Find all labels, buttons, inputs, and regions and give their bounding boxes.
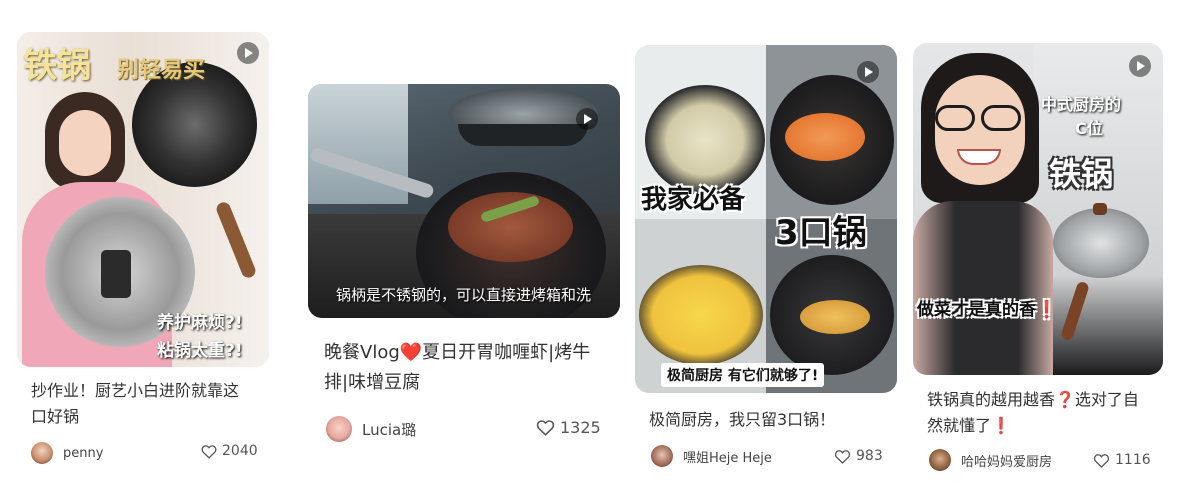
avatar[interactable] xyxy=(929,449,951,471)
cover-text: C位 xyxy=(1075,119,1103,138)
cover-text: 极简厨房 有它们就够了! xyxy=(661,363,825,387)
like-button[interactable]: 983 xyxy=(834,448,883,464)
play-icon xyxy=(857,61,879,83)
author-info[interactable]: penny xyxy=(31,442,103,464)
note-card[interactable]: 我家必备 3口锅 极简厨房 有它们就够了! 极简厨房，我只留3口锅！ 嘿姐Hej… xyxy=(635,45,897,475)
like-count: 1325 xyxy=(560,418,601,437)
cover-text: 别轻易买 xyxy=(117,58,206,83)
heart-outline-icon xyxy=(201,444,217,459)
cover-text: 中式厨房的 xyxy=(1041,95,1122,114)
cover-text: 做菜才是真的香❗ xyxy=(917,300,1058,320)
author-name[interactable]: Lucia璐 xyxy=(362,419,416,440)
note-card[interactable]: 锅柄是不锈钢的，可以直接进烤箱和洗 晚餐Vlog❤️夏日开胃咖喱虾|烤牛排|味增… xyxy=(308,84,620,474)
avatar[interactable] xyxy=(326,416,352,442)
cover-text: 铁锅 xyxy=(23,46,91,86)
author-name[interactable]: penny xyxy=(63,446,103,461)
play-icon xyxy=(1129,55,1151,77)
author-info[interactable]: 嘿姐Heje Heje xyxy=(651,445,772,467)
like-count: 983 xyxy=(856,448,883,464)
play-icon xyxy=(237,42,259,64)
note-cover[interactable]: 锅柄是不锈钢的，可以直接进烤箱和洗 xyxy=(308,84,620,318)
note-cover[interactable]: 我家必备 3口锅 极简厨房 有它们就够了! xyxy=(635,45,897,393)
note-title[interactable]: 晚餐Vlog❤️夏日开胃咖喱虾|烤牛排|味增豆腐 xyxy=(324,338,604,398)
avatar[interactable] xyxy=(651,445,673,467)
note-card[interactable]: 中式厨房的 C位 铁锅 做菜才是真的香❗ 铁锅真的越用越香❓选对了自然就懂了❗ … xyxy=(913,43,1163,480)
cover-text: 铁锅 xyxy=(1049,155,1114,193)
like-button[interactable]: 1325 xyxy=(536,418,601,437)
note-title[interactable]: 铁锅真的越用越香❓选对了自然就懂了❗ xyxy=(927,387,1149,439)
note-title[interactable]: 抄作业！厨艺小白进阶就靠这口好锅 xyxy=(31,378,253,430)
like-count: 1116 xyxy=(1115,452,1151,468)
heart-outline-icon xyxy=(536,420,555,436)
author-info[interactable]: 哈哈妈妈爱厨房 xyxy=(929,449,1052,471)
author-info[interactable]: Lucia璐 xyxy=(326,416,416,442)
author-name[interactable]: 哈哈妈妈爱厨房 xyxy=(961,451,1052,470)
note-title[interactable]: 极简厨房，我只留3口锅！ xyxy=(649,407,889,433)
like-button[interactable]: 1116 xyxy=(1093,452,1151,468)
cover-text: 粘锅太重?! xyxy=(157,341,243,361)
author-name[interactable]: 嘿姐Heje Heje xyxy=(683,447,772,466)
like-button[interactable]: 2040 xyxy=(201,443,258,459)
cover-text: 养护麻烦?! xyxy=(157,313,243,333)
note-cover[interactable]: 铁锅 别轻易买 养护麻烦?! 粘锅太重?! xyxy=(17,32,269,367)
cover-text: 锅柄是不锈钢的，可以直接进烤箱和洗 xyxy=(336,286,592,304)
note-card[interactable]: 铁锅 别轻易买 养护麻烦?! 粘锅太重?! 抄作业！厨艺小白进阶就靠这口好锅 p… xyxy=(17,32,269,472)
heart-outline-icon xyxy=(834,449,851,464)
heart-outline-icon xyxy=(1093,453,1110,468)
avatar[interactable] xyxy=(31,442,53,464)
play-icon xyxy=(576,108,598,130)
like-count: 2040 xyxy=(222,443,258,459)
note-cover[interactable]: 中式厨房的 C位 铁锅 做菜才是真的香❗ xyxy=(913,43,1163,375)
cover-text: 3口锅 xyxy=(775,213,867,253)
cover-text: 我家必备 xyxy=(641,185,746,215)
